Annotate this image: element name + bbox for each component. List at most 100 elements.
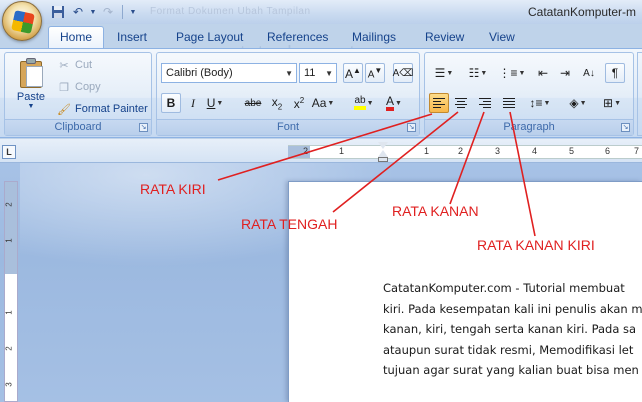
redo-icon[interactable]: ↷ [100,4,116,20]
justify-button[interactable] [499,93,519,113]
indent-marker[interactable] [378,142,388,164]
clipboard-launcher-icon[interactable]: ↘ [139,123,148,132]
paintbrush-icon: 🖌 [57,103,71,116]
underline-button[interactable]: U ▼ [205,93,225,113]
highlight-button[interactable]: ab ▼ [351,93,377,113]
label-rata-kiri: RATA KIRI [140,181,206,197]
line-spacing-icon: ↕≡ [529,96,543,110]
ruler-number: 1 [339,146,345,156]
clipboard-group-title: Clipboard [54,121,102,133]
change-case-button[interactable]: Aa ▼ [312,93,335,113]
align-center-icon [455,98,467,108]
ribbon: Paste ▼ ✂ Cut ❐ Copy 🖌 Format Painter Cl… [0,48,642,138]
shrink-font-button[interactable]: A▼ [365,63,385,83]
tab-mailings[interactable]: Mailings [352,30,396,44]
font-group-title: Font [276,121,299,133]
font-name-combo[interactable]: Calibri (Body) ▼ [161,63,297,83]
tab-selector-button[interactable]: L [2,145,16,159]
numbering-icon: ☷ [468,66,480,80]
align-left-button[interactable] [429,93,449,113]
multilevel-list-icon: ⋮≡ [498,66,518,80]
shrink-font-icon: A▼ [367,65,383,81]
undo-icon[interactable]: ↶ [70,4,86,20]
align-right-button[interactable] [475,93,495,113]
document-text[interactable]: CatatanKomputer.com - Tutorial membuat k… [383,278,642,381]
tab-view[interactable]: View [489,30,515,44]
tab-review[interactable]: Review [425,30,464,44]
tab-home[interactable]: Home [48,26,105,50]
paragraph-launcher-icon[interactable]: ↘ [621,123,630,132]
text-line: kanan, kiri, tengah serta kanan kiri. Pa… [383,322,637,336]
align-left-icon [433,98,445,108]
format-painter-label: Format Painter [75,103,148,115]
highlighter-icon: ab [354,96,366,110]
line-spacing-button[interactable]: ↕≡ ▼ [525,93,555,113]
font-launcher-icon[interactable]: ↘ [407,123,416,132]
office-button[interactable] [2,1,42,41]
cut-label: Cut [75,59,93,71]
text-line: CatatanKomputer.com - Tutorial membuat [383,281,625,295]
font-group-label: Font [157,119,419,135]
text-line: ataupun surat tidak resmi, Memodifikasi … [383,342,634,357]
align-center-button[interactable] [451,93,471,113]
sort-button[interactable]: A↓ [579,63,599,83]
cut-button[interactable]: ✂ Cut [57,58,92,72]
font-name-value: Calibri (Body) [166,67,233,79]
pilcrow-icon: ¶ [611,66,619,80]
strikethrough-icon: abe [244,97,262,109]
borders-button[interactable]: ⊞ ▼ [597,93,627,113]
label-rata-kanan: RATA KANAN [392,203,479,219]
vertical-ruler-number: 2 [4,202,14,207]
ruler-number: 2 [303,146,309,156]
superscript-button[interactable]: x2 [289,93,309,113]
multilevel-list-button[interactable]: ⋮≡ ▼ [497,63,527,83]
text-line: kiri. Pada kesempatan kali ini penulis a… [383,301,642,316]
font-color-button[interactable]: A ▼ [381,93,407,113]
copy-icon: ❐ [59,81,69,94]
subscript-button[interactable]: x2 [267,93,287,113]
show-marks-button[interactable]: ¶ [605,63,625,83]
customize-qat-icon[interactable]: ▼ [129,4,137,20]
shading-button[interactable]: ◈ ▼ [563,93,593,113]
font-size-combo[interactable]: 11 ▼ [299,63,337,83]
tab-references[interactable]: References [267,30,328,44]
format-painter-button[interactable]: 🖌 Format Painter [57,102,148,116]
styles-group-edge [637,52,642,136]
chevron-down-icon: ▼ [285,69,293,78]
ruler-number: 4 [532,146,538,156]
bullets-button[interactable]: ☰ ▼ [429,63,459,83]
undo-dropdown-icon[interactable]: ▼ [90,4,97,20]
bullets-icon: ☰ [434,66,446,80]
ribbon-tabs: Home Insert Page Layout References Maili… [0,24,642,64]
underline-icon: U [206,96,216,110]
tab-page-layout[interactable]: Page Layout [176,30,243,44]
grow-font-button[interactable]: A▲ [343,63,363,83]
copy-button[interactable]: ❐ Copy [57,80,101,94]
superscript-icon: x2 [293,95,305,111]
vertical-ruler-number: 3 [4,382,14,387]
scissors-icon: ✂ [59,59,69,72]
clear-formatting-button[interactable]: A⌫ [393,63,413,83]
bold-button[interactable]: B [161,93,181,113]
paragraph-group-title: Paragraph [503,121,555,133]
increase-indent-button[interactable]: ⇥ [555,63,575,83]
vertical-ruler-number: 1 [4,238,14,243]
vertical-ruler-number: 1 [4,310,14,315]
title-bar: ↶ ▼ ↷ ▼ Format Dokumen Ubah Tampilan Cat… [0,0,642,41]
vertical-ruler-number: 2 [4,346,14,351]
label-rata-kanan-kiri: RATA KANAN KIRI [477,237,595,253]
tab-insert[interactable]: Insert [117,30,147,44]
vertical-ruler: 2 1 1 2 3 [4,181,18,402]
subscript-icon: x2 [271,94,283,112]
strikethrough-button[interactable]: abe [241,93,265,113]
decrease-indent-button[interactable]: ⇤ [533,63,553,83]
numbering-button[interactable]: ☷ ▼ [463,63,493,83]
text-line: tujuan agar surat yang kalian buat bisa … [383,363,639,377]
paragraph-group: ☰ ▼ ☷ ▼ ⋮≡ ▼ ⇤ ⇥ A↓ ¶ ↕≡ ▼ ◈ ▼ ⊞ ▼ Paragraph ↘ [424,52,634,136]
increase-indent-icon: ⇥ [559,66,571,80]
italic-icon: I [191,95,195,110]
paragraph-group-label: Paragraph [425,119,633,135]
paste-button[interactable]: Paste ▼ [13,57,49,110]
save-icon[interactable] [50,4,66,20]
italic-button[interactable]: I [183,93,203,113]
